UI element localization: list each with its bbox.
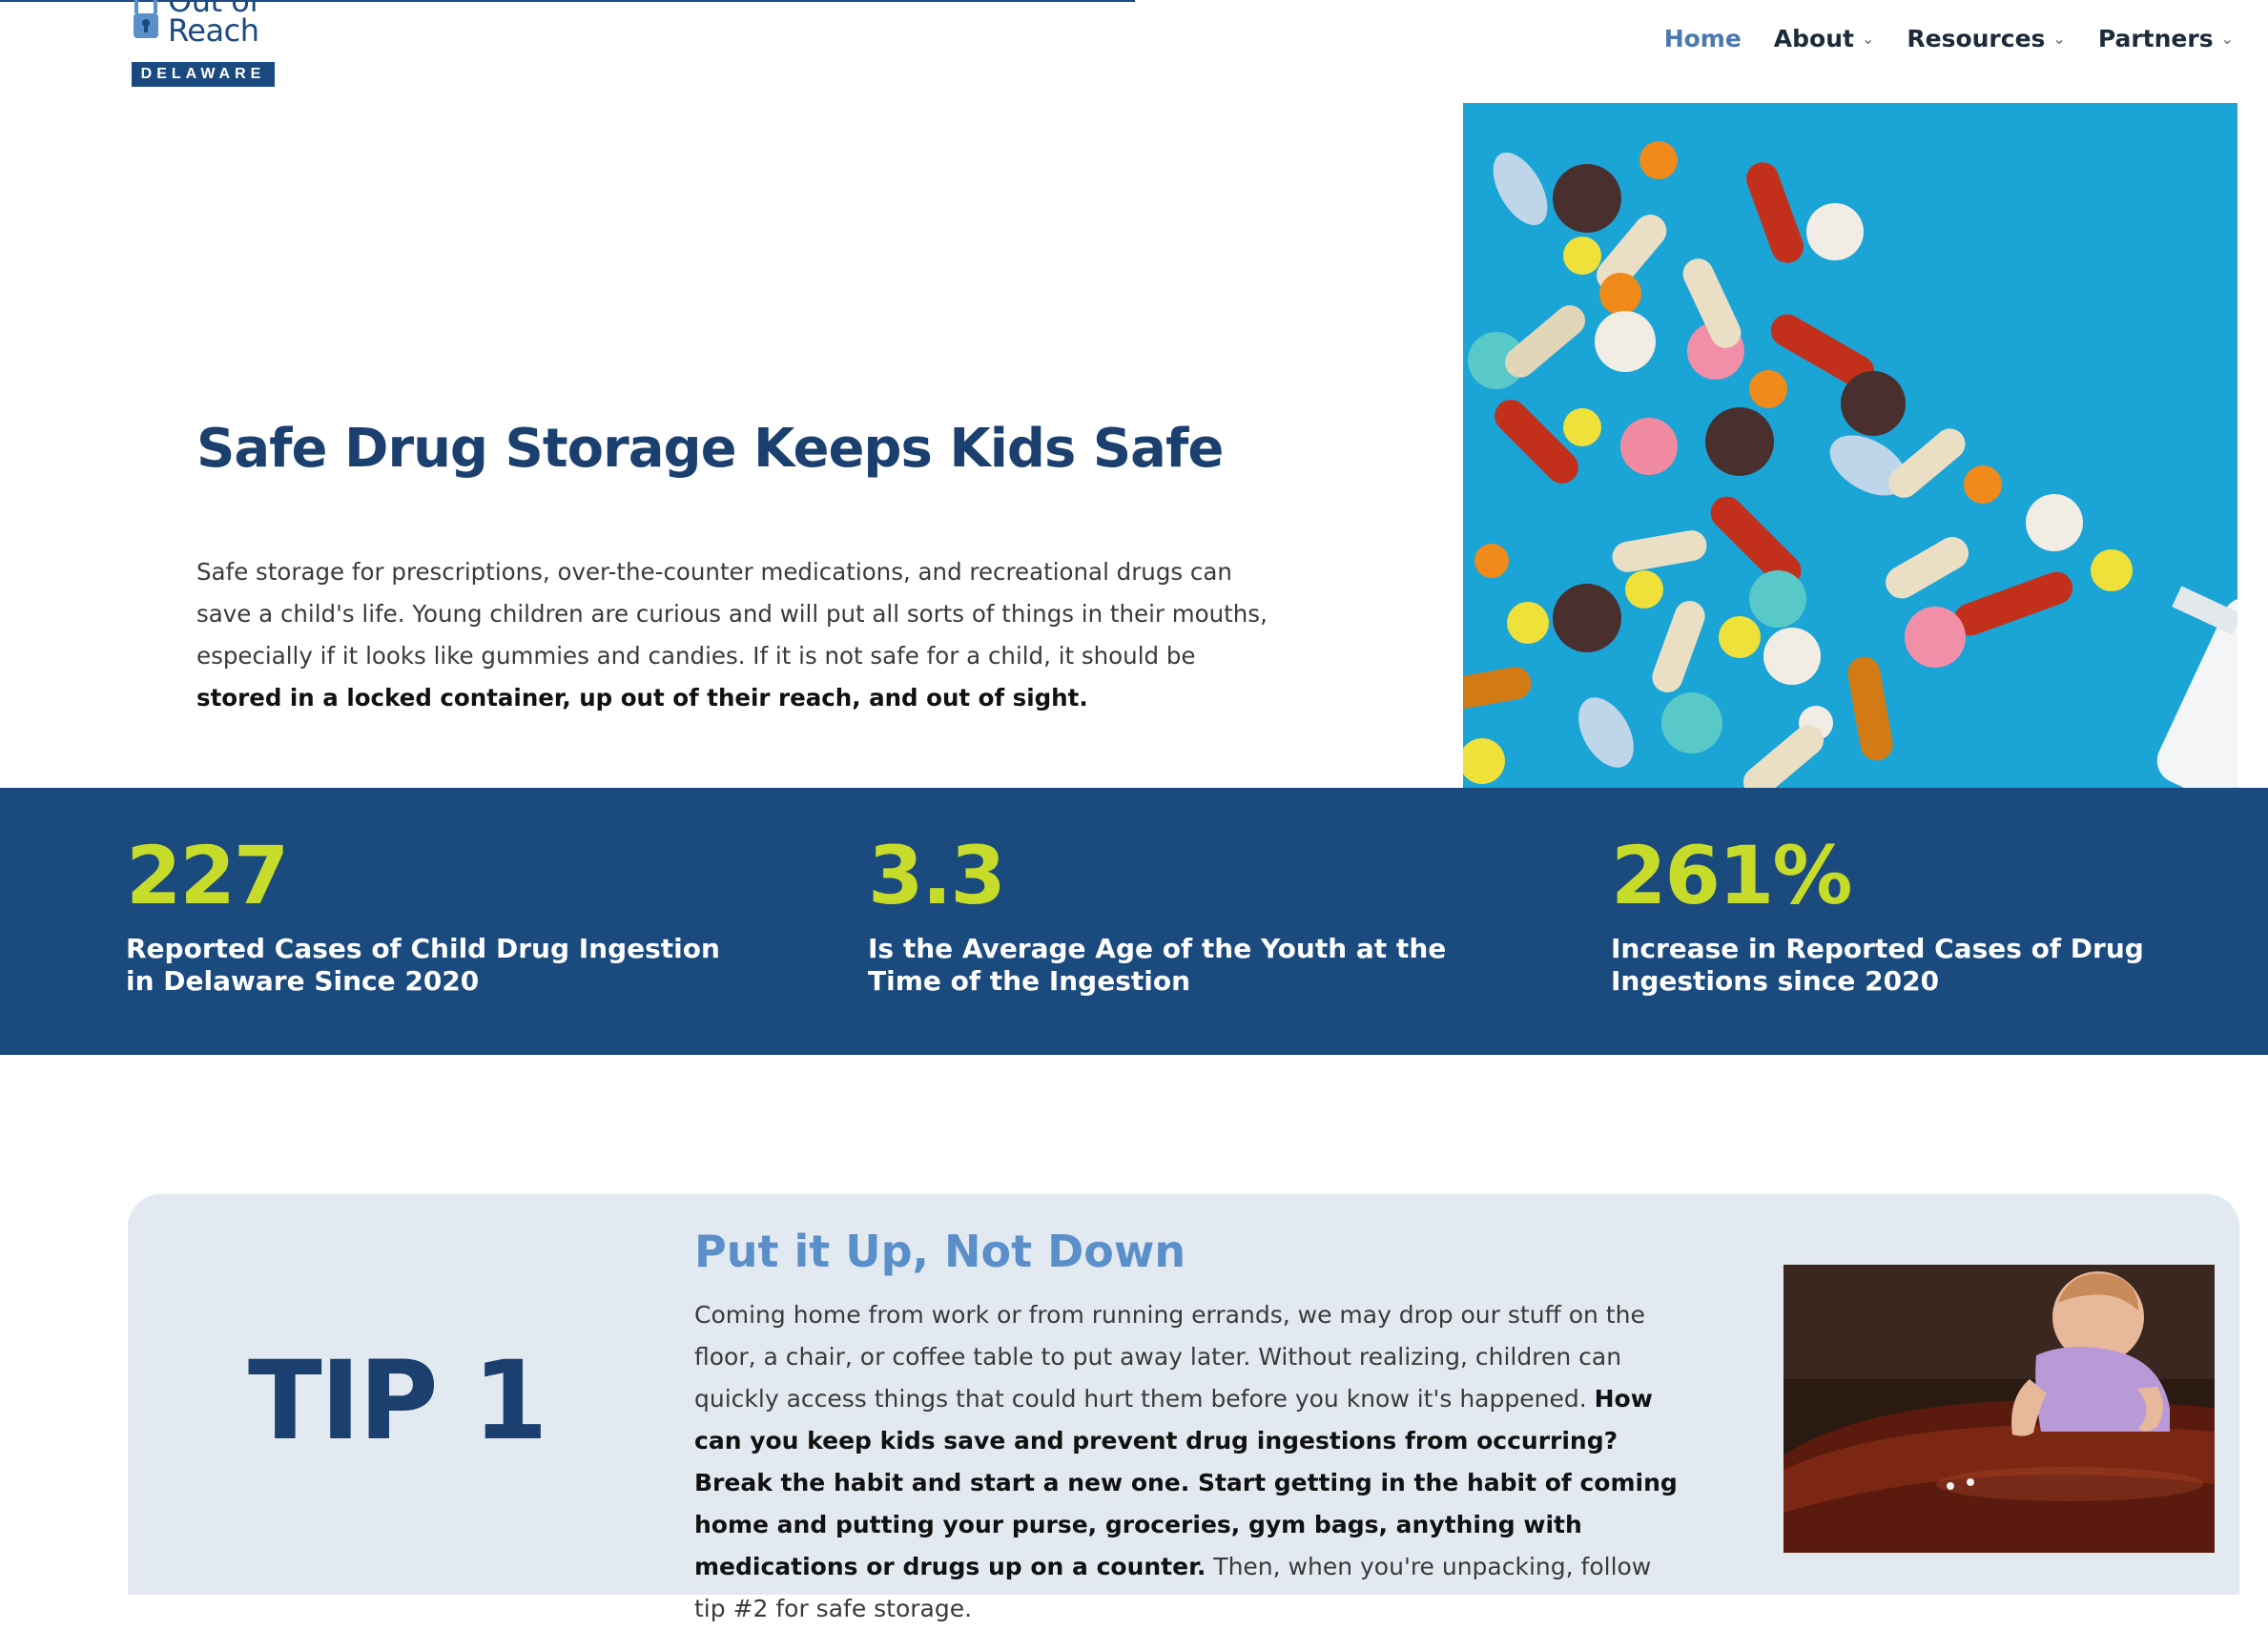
chevron-down-icon: ⌄ bbox=[1861, 30, 1875, 48]
nav-home-label: Home bbox=[1663, 25, 1742, 52]
main-nav: Home About ⌄ Resources ⌄ Partners ⌄ bbox=[1664, 25, 2234, 52]
logo-wordmark: Out of Reach bbox=[168, 0, 260, 49]
child-at-table-photo bbox=[1783, 1265, 2215, 1553]
nav-partners-label: Partners bbox=[2097, 25, 2214, 52]
hero-text: Safe storage for prescriptions, over-the… bbox=[196, 551, 1284, 719]
logo-band: DELAWARE bbox=[132, 62, 275, 87]
hero-text-body: Safe storage for prescriptions, over-the… bbox=[196, 558, 1268, 670]
stat-label: Reported Cases of Child Drug Ingestion i… bbox=[126, 933, 720, 997]
chevron-down-icon: ⌄ bbox=[2052, 30, 2066, 48]
tip-number: TIP 1 bbox=[248, 1337, 548, 1464]
nav-about-label: About bbox=[1773, 25, 1854, 52]
chevron-down-icon: ⌄ bbox=[2220, 30, 2234, 48]
tip-child-image bbox=[1783, 1265, 2215, 1553]
site-header: Out of Reach DELAWARE Home About ⌄ Resour… bbox=[0, 0, 2268, 95]
stats-banner: 227 Reported Cases of Child Drug Ingesti… bbox=[0, 788, 2268, 1055]
lock-icon bbox=[134, 0, 158, 38]
tip-text: Coming home from work or from running er… bbox=[694, 1294, 1686, 1630]
nav-about[interactable]: About ⌄ bbox=[1774, 25, 1875, 52]
tip-title: Put it Up, Not Down bbox=[694, 1226, 1186, 1277]
tip-text-bold: How can you keep kids save and prevent d… bbox=[694, 1385, 1678, 1580]
tip-card: TIP 1 Put it Up, Not Down Coming home fr… bbox=[128, 1194, 2239, 1622]
hero-title: Safe Drug Storage Keeps Kids Safe bbox=[196, 418, 1224, 480]
stat-number: 261% bbox=[1611, 829, 1853, 922]
hero-text-bold: stored in a locked container, up out of … bbox=[196, 684, 1088, 712]
logo-line2: Reach bbox=[168, 12, 259, 49]
nav-home[interactable]: Home bbox=[1664, 25, 1742, 52]
tip-text-body: Coming home from work or from running er… bbox=[694, 1301, 1645, 1413]
hero-pills-image bbox=[1463, 103, 2237, 788]
stat-number: 3.3 bbox=[868, 829, 1006, 922]
pills-illustration bbox=[1463, 103, 2237, 788]
stat-label: Increase in Reported Cases of Drug Inges… bbox=[1611, 933, 2144, 997]
nav-resources-label: Resources bbox=[1907, 25, 2046, 52]
nav-partners[interactable]: Partners ⌄ bbox=[2098, 25, 2234, 52]
stat-label: Is the Average Age of the Youth at the T… bbox=[868, 933, 1447, 997]
stat-number: 227 bbox=[126, 829, 289, 922]
site-logo[interactable]: Out of Reach DELAWARE bbox=[130, 0, 278, 90]
nav-resources[interactable]: Resources ⌄ bbox=[1907, 25, 2065, 52]
